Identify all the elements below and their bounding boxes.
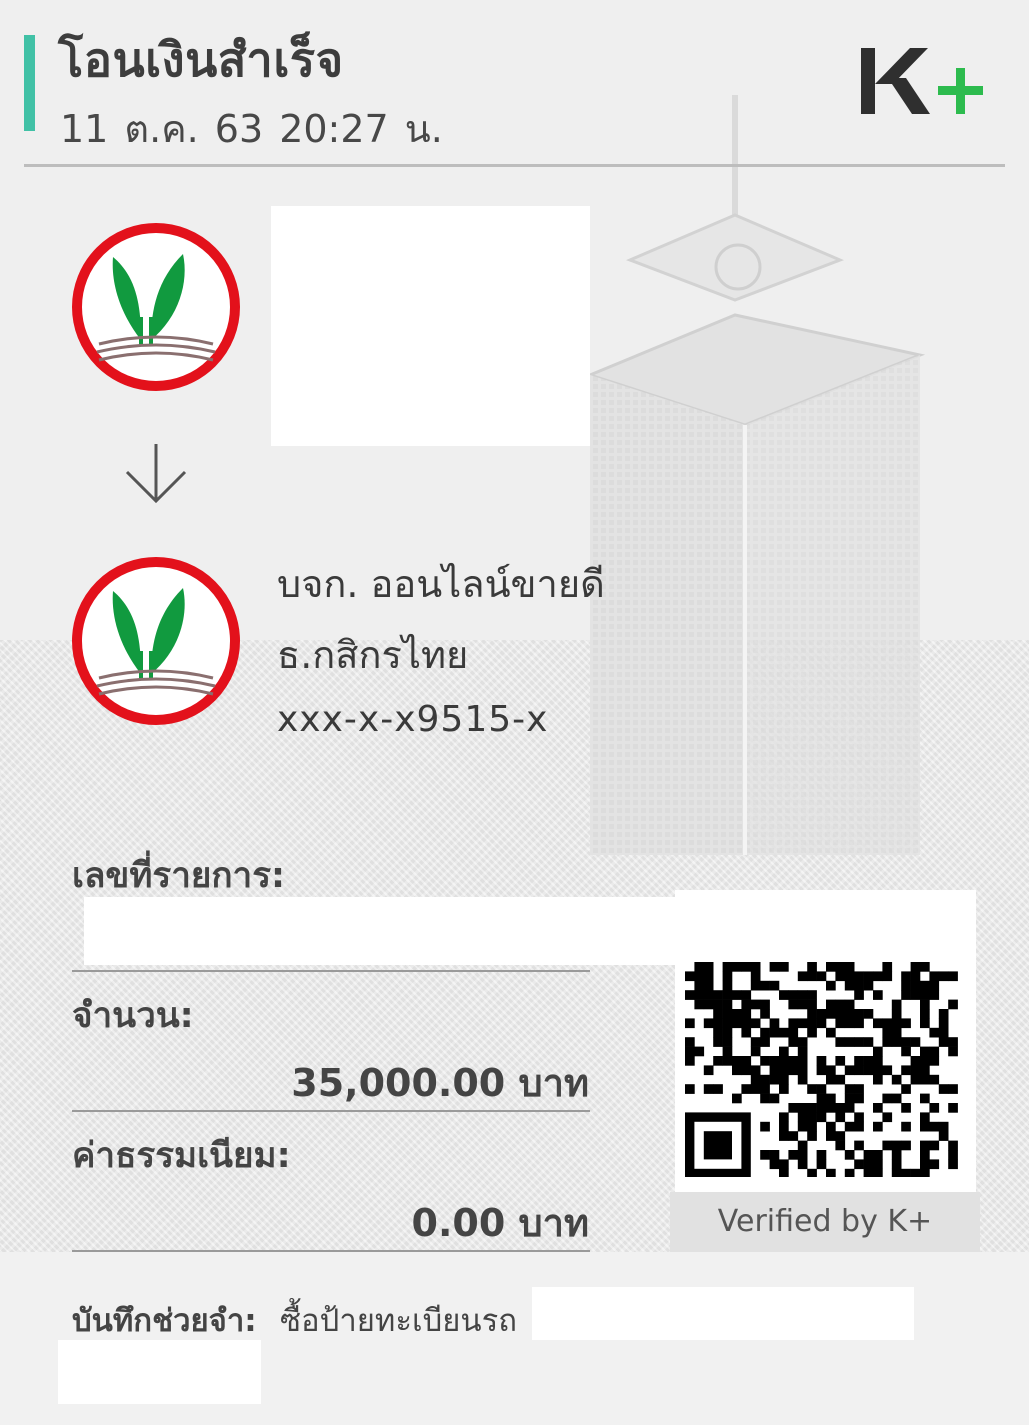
building-watermark (585, 95, 926, 855)
transaction-ref-label: เลขที่รายการ: (72, 856, 286, 896)
amount-value: 35,000.00 บาท (291, 1061, 589, 1105)
fee-label: ค่าธรรมเนียม: (72, 1136, 291, 1176)
receiver-bank-logo-icon (72, 557, 240, 725)
page-title: โอนเงินสำเร็จ (58, 33, 344, 88)
row-divider (72, 1110, 590, 1112)
receiver-bank: ธ.กสิกรไทย (277, 633, 469, 677)
header-accent-bar (24, 35, 35, 131)
amount-label: จำนวน: (72, 996, 194, 1036)
receiver-name: บจก. ออนไลน์ขายดี (277, 562, 605, 606)
row-divider (72, 1250, 590, 1252)
receiver-account: xxx-x-x9515-x (277, 699, 549, 740)
sender-bank-logo-icon (72, 223, 240, 391)
header-divider (24, 164, 1005, 167)
qr-code-icon (685, 962, 958, 1177)
memo-redacted (532, 1287, 914, 1340)
fee-value: 0.00 บาท (411, 1201, 590, 1245)
qr-caption: Verified by K+ (670, 1192, 980, 1252)
row-divider (72, 970, 590, 972)
memo-redacted-line2 (58, 1340, 261, 1404)
memo-label: บันทึกช่วยจำ: (72, 1303, 257, 1339)
kplus-logo (861, 48, 983, 114)
verification-qr-code[interactable] (675, 890, 976, 1192)
arrow-down-icon (125, 444, 187, 504)
memo-value: ซื้อป้ายทะเบียนรถ (280, 1303, 518, 1339)
sender-info-redacted (271, 206, 590, 446)
transaction-datetime: 11 ต.ค. 63 20:27 น. (60, 107, 443, 151)
